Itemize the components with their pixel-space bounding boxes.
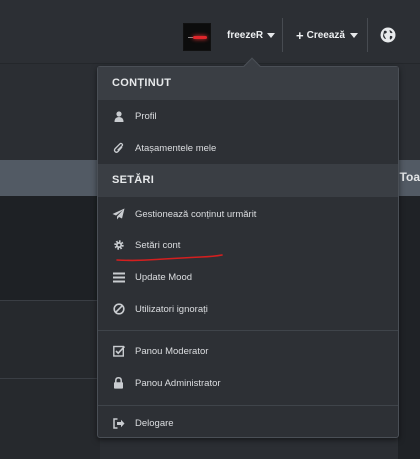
background-right-area (398, 196, 420, 459)
menu-item-label: Setări cont (135, 239, 181, 251)
menu-item-moderator-panel[interactable]: Panou Moderator (98, 339, 398, 363)
create-label: Creează (306, 30, 345, 41)
menu-item-label: Profil (135, 110, 157, 122)
sign-out-icon (112, 417, 125, 430)
menu-item-attachments[interactable]: Atașamentele mele (98, 136, 398, 160)
menu-item-label: Utilizatori ignorați (135, 303, 208, 315)
menu-item-ignored-users[interactable]: Utilizatori ignorați (98, 297, 398, 321)
avatar[interactable] (183, 23, 211, 51)
background-truncated-text: Toat (399, 170, 420, 184)
globe-icon[interactable] (380, 27, 396, 43)
nav-separator (282, 18, 283, 52)
gear-icon (112, 239, 125, 252)
menu-item-label: Gestionează conținut urmărit (135, 208, 257, 220)
plus-icon: + (296, 27, 304, 43)
menu-item-label: Atașamentele mele (135, 142, 217, 154)
paperclip-icon (112, 142, 125, 155)
menu-divider (98, 405, 398, 406)
ban-icon (112, 303, 125, 316)
paper-plane-icon (112, 208, 125, 221)
background-sidebar-area (0, 300, 100, 459)
menu-item-profile[interactable]: Profil (98, 104, 398, 128)
section-header-settings: SETĂRI (98, 164, 398, 197)
background-divider (0, 378, 100, 379)
user-menu-button[interactable]: freezeR (227, 30, 276, 41)
background-divider (0, 300, 100, 301)
menu-item-label: Panou Administrator (135, 377, 221, 389)
username-label: freezeR (227, 30, 264, 41)
menu-item-label: Panou Moderator (135, 345, 209, 357)
checkbox-icon (112, 345, 125, 358)
section-header-content: CONȚINUT (98, 67, 398, 100)
red-underline-annotation (116, 254, 223, 262)
caret-down-icon (267, 33, 276, 38)
menu-item-watched-content[interactable]: Gestionează conținut urmărit (98, 202, 398, 226)
create-button[interactable]: + Creează (296, 27, 358, 43)
lock-icon (112, 377, 125, 390)
menu-item-label: Update Mood (135, 271, 193, 283)
nav-separator (367, 18, 368, 52)
menu-item-label: Delogare (135, 417, 174, 429)
menu-item-update-mood[interactable]: Update Mood (98, 265, 398, 289)
user-icon (112, 110, 125, 123)
menu-item-admin-panel[interactable]: Panou Administrator (98, 371, 398, 395)
menu-item-logout[interactable]: Delogare (98, 411, 398, 435)
caret-down-icon (349, 33, 358, 38)
bars-icon (112, 271, 125, 284)
menu-divider (98, 330, 398, 331)
